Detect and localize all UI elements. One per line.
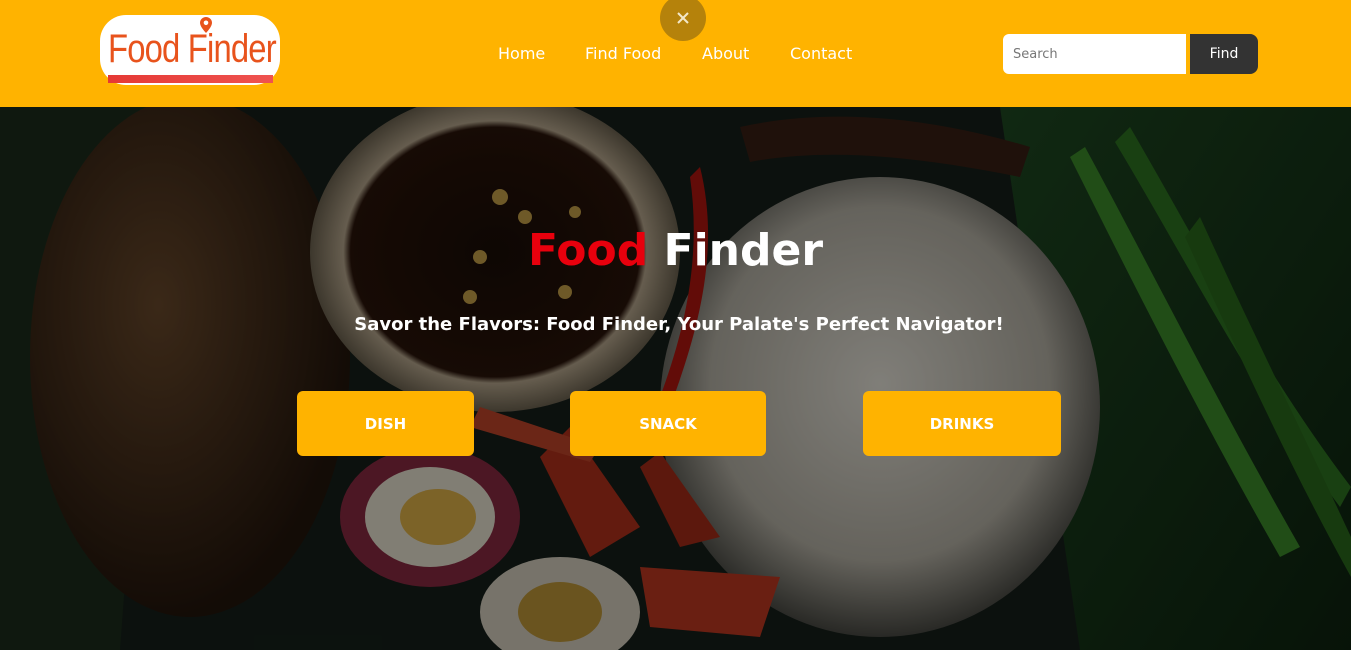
nav-home[interactable]: Home <box>498 44 545 63</box>
dark-overlay <box>0 107 1351 650</box>
nav-contact[interactable]: Contact <box>790 44 852 63</box>
close-icon <box>677 12 689 24</box>
hero-title: Food Finder <box>0 225 1351 276</box>
find-button[interactable]: Find <box>1190 34 1258 74</box>
nav-find-food[interactable]: Find Food <box>585 44 661 63</box>
location-pin-icon <box>200 17 212 33</box>
dish-button[interactable]: DISH <box>297 391 474 456</box>
hero-title-accent: Food <box>527 225 649 276</box>
logo[interactable]: Food Finder <box>100 15 280 85</box>
navbar: Food Finder Home Find Food About Contact… <box>0 0 1351 107</box>
hero-section: Food Finder Savor the Flavors: Food Find… <box>0 107 1351 650</box>
hero-tagline: Savor the Flavors: Food Finder, Your Pal… <box>354 314 1004 335</box>
logo-underline <box>108 75 273 83</box>
snack-button[interactable]: SNACK <box>570 391 766 456</box>
close-button[interactable] <box>660 0 706 41</box>
nav-about[interactable]: About <box>702 44 749 63</box>
logo-text: Food Finder <box>108 27 277 71</box>
hero-title-rest: Finder <box>663 225 824 276</box>
search-input[interactable] <box>1003 34 1186 74</box>
drinks-button[interactable]: DRINKS <box>863 391 1061 456</box>
